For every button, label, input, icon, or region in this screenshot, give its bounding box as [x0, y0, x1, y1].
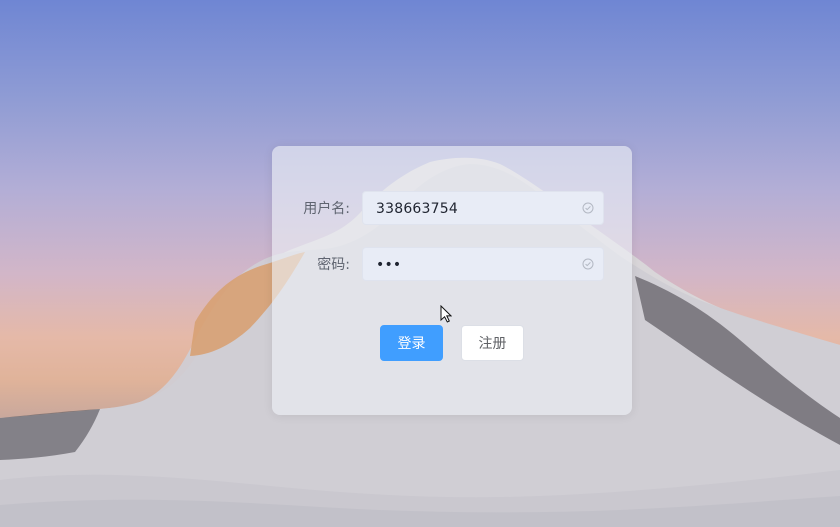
circle-check-icon — [582, 202, 594, 214]
circle-check-icon — [582, 258, 594, 270]
username-input[interactable]: 338663754 — [362, 191, 604, 225]
username-row: 用户名: 338663754 — [272, 191, 632, 227]
action-buttons: 登录 注册 — [272, 325, 632, 361]
password-input[interactable]: ••• — [362, 247, 604, 281]
password-value: ••• — [376, 257, 402, 273]
register-button[interactable]: 注册 — [461, 325, 524, 361]
username-label: 用户名: — [303, 201, 350, 217]
password-label: 密码: — [317, 257, 350, 273]
login-card: 用户名: 338663754 密码: ••• 登录 注册 — [272, 146, 632, 415]
login-button[interactable]: 登录 — [380, 325, 443, 361]
mouse-cursor-icon — [440, 305, 452, 323]
password-row: 密码: ••• — [272, 247, 632, 283]
username-value: 338663754 — [376, 201, 458, 217]
